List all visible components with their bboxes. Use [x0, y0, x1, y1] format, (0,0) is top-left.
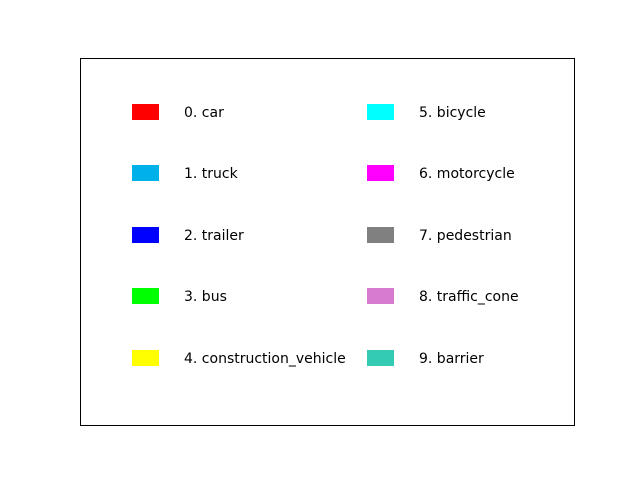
legend-swatch: [367, 165, 394, 181]
legend-label: 4. construction_vehicle: [184, 351, 346, 367]
legend-label: 8. traffic_cone: [419, 289, 519, 305]
legend-swatch: [367, 350, 394, 366]
legend-label: 1. truck: [184, 166, 238, 182]
legend-label: 6. motorcycle: [419, 166, 515, 182]
legend-swatch: [367, 288, 394, 304]
legend-label: 0. car: [184, 105, 224, 121]
legend-label: 9. barrier: [419, 351, 484, 367]
legend-frame: 0. car 1. truck 2. trailer 3. bus 4. con…: [80, 58, 575, 426]
legend-label: 7. pedestrian: [419, 228, 512, 244]
legend-swatch: [367, 227, 394, 243]
legend-swatch: [132, 350, 159, 366]
legend-swatch: [367, 104, 394, 120]
legend-label: 3. bus: [184, 289, 227, 305]
legend-swatch: [132, 104, 159, 120]
legend-label: 5. bicycle: [419, 105, 486, 121]
legend-swatch: [132, 165, 159, 181]
legend-label: 2. trailer: [184, 228, 244, 244]
legend-swatch: [132, 288, 159, 304]
legend-swatch: [132, 227, 159, 243]
